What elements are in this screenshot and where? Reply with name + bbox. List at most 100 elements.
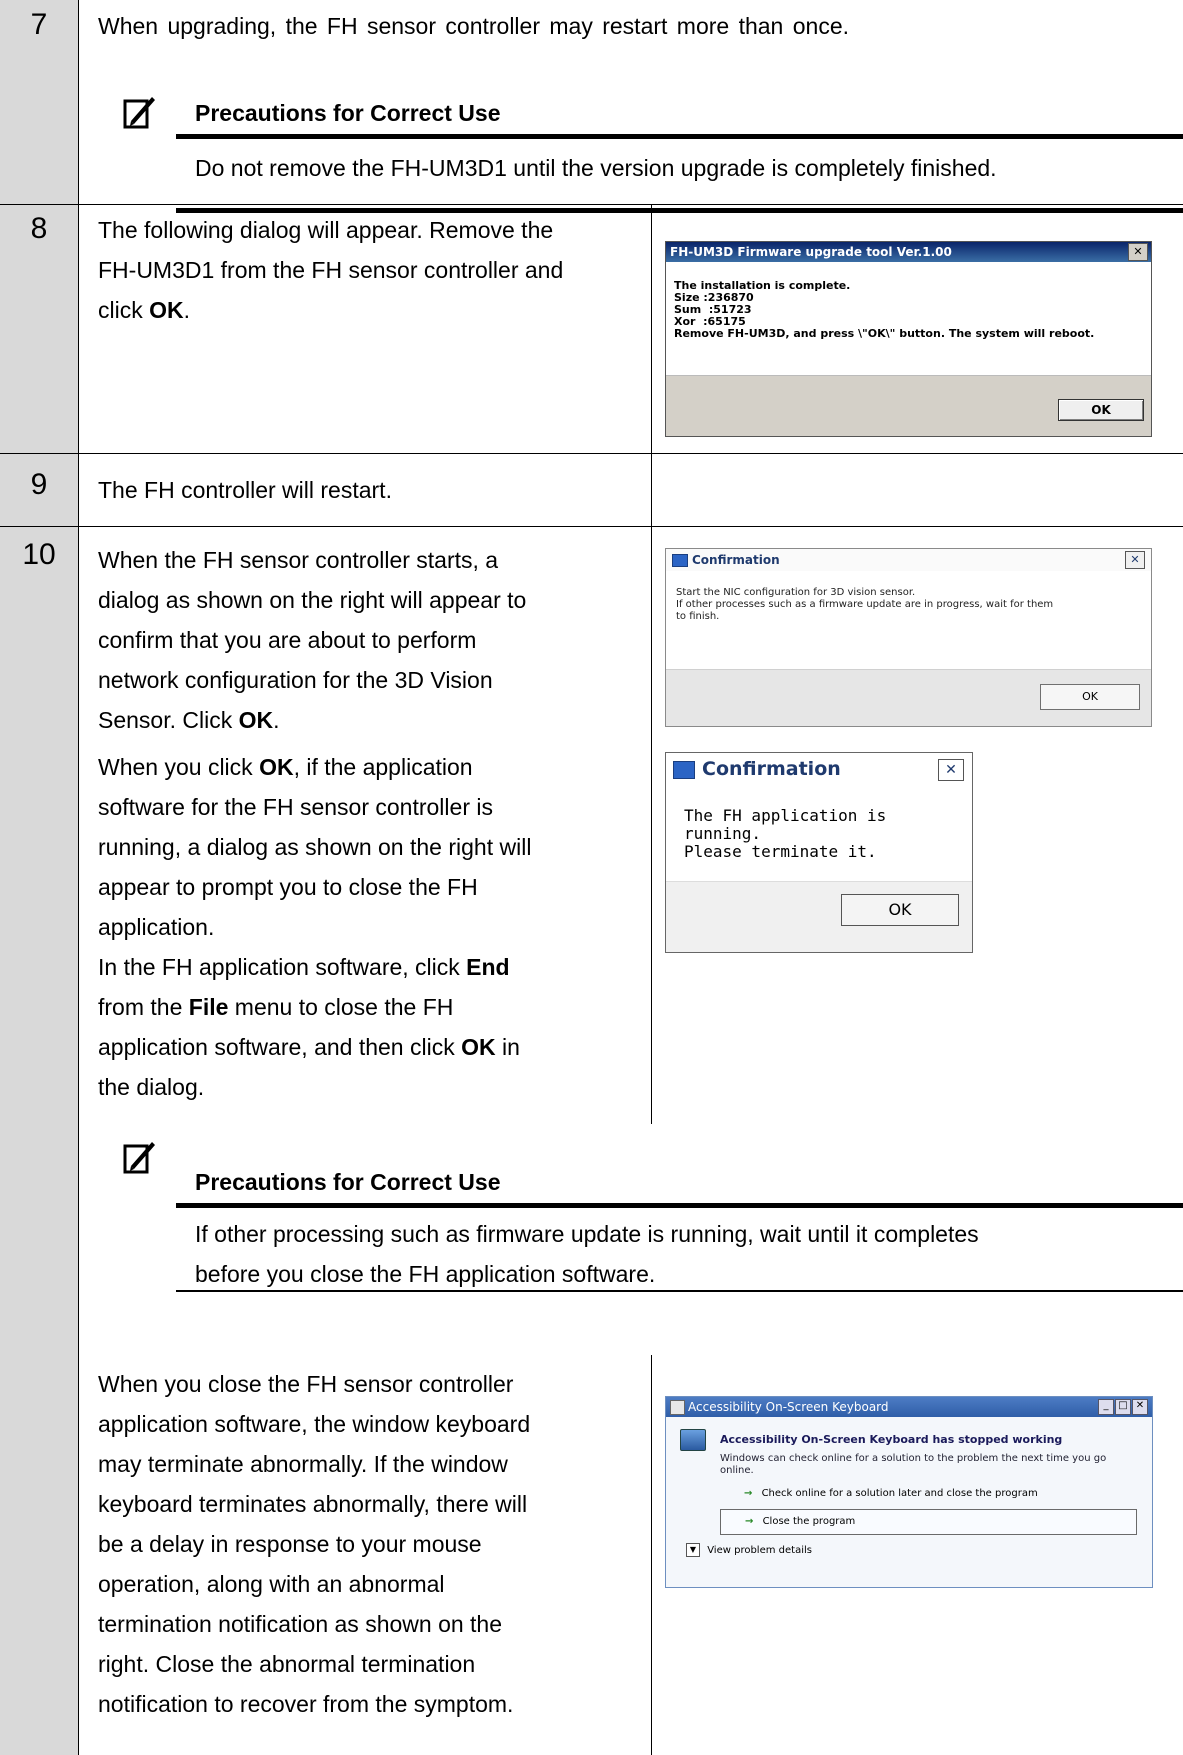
step-8-line: FH-UM3D1 from the FH sensor controller a… <box>98 257 564 283</box>
text-line: be a delay in response to your mouse <box>98 1531 482 1557</box>
dialog-line: to finish. <box>676 611 720 622</box>
option-label: Close the program <box>762 1516 856 1527</box>
step-number-column <box>0 0 78 1755</box>
text-line: before you close the FH application soft… <box>195 1261 656 1287</box>
bold-text: End <box>466 954 510 980</box>
ok-button[interactable]: OK <box>1058 399 1144 421</box>
chevron-down-icon: ▼ <box>686 1543 700 1557</box>
dialog-body: The FH application is running. Please te… <box>666 785 972 883</box>
view-details-row[interactable]: ▼ View problem details <box>686 1543 812 1558</box>
step-8-line: The following dialog will appear. Remove… <box>98 217 554 243</box>
dialog-line: The FH application is running. <box>684 806 887 843</box>
precaution-title: Precautions for Correct Use <box>195 1169 501 1195</box>
firmware-upgrade-dialog: FH-UM3D Firmware upgrade tool Ver.1.00 ✕… <box>665 241 1152 437</box>
dialog-line: If other processes such as a firmware up… <box>676 599 1054 610</box>
window-icon <box>672 554 688 567</box>
text-line: When the FH sensor controller starts, a <box>98 547 499 573</box>
text-line: confirm that you are about to perform <box>98 627 477 653</box>
text: In the FH application software, click <box>98 954 467 980</box>
minimize-icon[interactable]: _ <box>1098 1399 1114 1415</box>
text: Sensor. Click <box>98 707 239 733</box>
dialog-title: FH-UM3D Firmware upgrade tool Ver.1.00 <box>670 245 952 259</box>
details-label: View problem details <box>707 1545 812 1556</box>
error-monitor-icon <box>680 1429 706 1451</box>
dialog-body: The installation is complete. Size :2368… <box>666 262 1151 358</box>
ok-button[interactable]: OK <box>1040 684 1140 710</box>
precaution-text: If other processing such as firmware upd… <box>195 1214 979 1294</box>
dialog-title: Accessibility On-Screen Keyboard <box>688 1400 889 1414</box>
text-line: application. <box>98 914 215 940</box>
precaution-bottom-bar <box>176 1290 1183 1292</box>
maximize-icon[interactable]: □ <box>1115 1399 1131 1415</box>
text-line: notification to recover from the symptom… <box>98 1691 514 1717</box>
dialog-line: Please terminate it. <box>684 842 877 861</box>
option-check-online[interactable]: → Check online for a solution later and … <box>720 1483 1130 1505</box>
close-icon[interactable]: ✕ <box>938 759 964 781</box>
step-8-text: The following dialog will appear. Remove… <box>98 210 563 330</box>
precaution-top-bar <box>176 1203 1183 1208</box>
arrow-right-icon: → <box>745 1516 754 1527</box>
text-line: appear to prompt you to close the FH <box>98 874 478 900</box>
text-line: network configuration for the 3D Vision <box>98 667 493 693</box>
text-line: dialog as shown on the right will appear… <box>98 587 527 613</box>
bold-text: OK <box>461 1034 496 1060</box>
grid-line <box>0 526 1183 527</box>
text-line: from the File menu to close the FH <box>98 987 531 1027</box>
text-line: When you close the FH sensor controller <box>98 1371 514 1397</box>
text: , if the application <box>293 754 473 780</box>
grid-line <box>651 204 652 1124</box>
text-line: running, a dialog as shown on the right … <box>98 834 532 860</box>
keyboard-app-icon <box>670 1400 685 1415</box>
arrow-right-icon: → <box>744 1488 753 1499</box>
dialog-line: Remove FH-UM3D, and press \"OK\" button.… <box>674 327 1095 340</box>
dialog-line: Start the NIC configuration for 3D visio… <box>676 587 916 598</box>
text: menu to close the FH <box>228 994 454 1020</box>
dialog-title: Confirmation <box>692 553 780 567</box>
close-icon[interactable]: ✕ <box>1132 1399 1148 1415</box>
dialog-body: Start the NIC configuration for 3D visio… <box>666 571 1151 639</box>
dialog-title: Confirmation <box>702 758 841 780</box>
text-line: application software, and then click OK … <box>98 1027 531 1067</box>
step-number: 7 <box>30 8 48 41</box>
bold-text: OK <box>149 297 184 323</box>
step-8-line: click OK. <box>98 290 563 330</box>
text-line: If other processing such as firmware upd… <box>195 1221 979 1247</box>
text: When you click <box>98 754 260 780</box>
text-line: may terminate abnormally. If the window <box>98 1451 508 1477</box>
text-line: application software, the window keyboar… <box>98 1411 531 1437</box>
text-line: keyboard terminates abnormally, there wi… <box>98 1491 528 1517</box>
step-number: 9 <box>30 468 48 501</box>
dialog-titlebar: FH-UM3D Firmware upgrade tool Ver.1.00 ✕ <box>666 242 1151 262</box>
dialog-titlebar: Confirmation ✕ <box>666 549 1151 571</box>
dialog-titlebar: Accessibility On-Screen Keyboard _ □ ✕ <box>666 1397 1152 1417</box>
text: . <box>183 297 191 323</box>
close-icon[interactable]: ✕ <box>1128 243 1148 261</box>
nic-confirmation-dialog: Confirmation ✕ Start the NIC configurati… <box>665 548 1152 727</box>
fh-running-confirmation-dialog: Confirmation ✕ The FH application is run… <box>665 752 973 953</box>
precaution-title: Precautions for Correct Use <box>195 100 501 126</box>
grid-line <box>0 204 1183 205</box>
precaution-icon <box>123 97 155 129</box>
option-close-program[interactable]: → Close the program <box>720 1509 1137 1535</box>
step-number: 8 <box>30 212 48 245</box>
step-10-paragraph-2: When you click OK, if the application so… <box>98 747 531 1107</box>
step-number: 10 <box>22 538 56 571</box>
text: click <box>98 297 150 323</box>
text: . <box>273 707 280 733</box>
error-description: Windows can check online for a solution … <box>720 1453 1107 1476</box>
text-line: operation, along with an abnormal <box>98 1571 445 1597</box>
bold-text: File <box>188 994 229 1020</box>
close-icon[interactable]: ✕ <box>1125 551 1145 569</box>
bold-text: OK <box>259 754 294 780</box>
grid-line <box>0 453 1183 454</box>
grid-line <box>78 0 79 1755</box>
text-line: When you click OK, if the application <box>98 747 531 787</box>
text-line: right. Close the abnormal termination <box>98 1651 476 1677</box>
precaution-icon <box>123 1142 155 1174</box>
text-line: termination notification as shown on the <box>98 1611 503 1637</box>
text-line: Sensor. Click OK. <box>98 700 526 740</box>
precaution-top-bar <box>176 134 1183 139</box>
ok-button[interactable]: OK <box>841 894 959 926</box>
dialog-titlebar: Confirmation ✕ <box>666 753 972 785</box>
keyboard-error-dialog: Accessibility On-Screen Keyboard _ □ ✕ A… <box>665 1396 1153 1588</box>
